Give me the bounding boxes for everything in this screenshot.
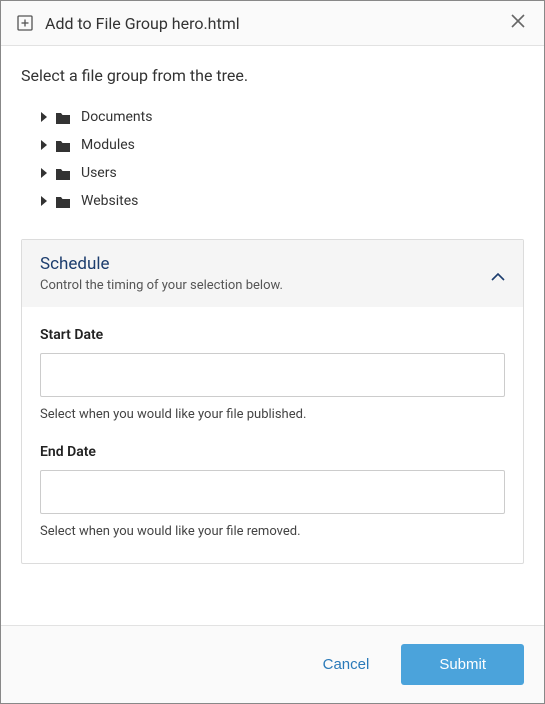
dialog-title: Add to File Group hero.html — [45, 14, 508, 33]
cancel-button[interactable]: Cancel — [323, 656, 370, 673]
caret-right-icon — [41, 168, 47, 178]
file-group-tree: Documents Modules Users — [21, 103, 524, 215]
dialog-header: Add to File Group hero.html — [1, 1, 544, 46]
tree-item-label: Documents — [81, 109, 152, 125]
start-date-group: Start Date Select when you would like yo… — [40, 327, 505, 422]
folder-icon — [55, 138, 71, 152]
close-button[interactable] — [508, 13, 528, 33]
dialog-footer: Cancel Submit — [1, 625, 544, 703]
caret-right-icon — [41, 112, 47, 122]
start-date-input[interactable] — [40, 353, 505, 397]
end-date-group: End Date Select when you would like your… — [40, 444, 505, 539]
dialog-body: Select a file group from the tree. Docum… — [1, 46, 544, 625]
tree-item-label: Websites — [81, 193, 138, 209]
end-date-label: End Date — [40, 444, 505, 460]
schedule-subtitle: Control the timing of your selection bel… — [40, 278, 491, 293]
caret-right-icon — [41, 140, 47, 150]
add-box-icon — [17, 15, 33, 31]
tree-item-websites[interactable]: Websites — [41, 187, 524, 215]
schedule-panel-header[interactable]: Schedule Control the timing of your sele… — [22, 240, 523, 307]
tree-item-label: Modules — [81, 137, 135, 153]
folder-icon — [55, 110, 71, 124]
panel-header-text: Schedule Control the timing of your sele… — [40, 254, 491, 293]
submit-button[interactable]: Submit — [401, 644, 524, 685]
folder-icon — [55, 194, 71, 208]
end-date-input[interactable] — [40, 470, 505, 514]
folder-icon — [55, 166, 71, 180]
schedule-panel-body: Start Date Select when you would like yo… — [22, 307, 523, 563]
caret-right-icon — [41, 196, 47, 206]
add-to-file-group-dialog: Add to File Group hero.html Select a fil… — [0, 0, 545, 704]
tree-item-label: Users — [81, 165, 117, 181]
start-date-label: Start Date — [40, 327, 505, 343]
schedule-title: Schedule — [40, 254, 491, 274]
instruction-text: Select a file group from the tree. — [21, 66, 524, 85]
close-icon — [510, 13, 526, 33]
chevron-up-icon — [491, 266, 505, 285]
tree-item-modules[interactable]: Modules — [41, 131, 524, 159]
tree-item-documents[interactable]: Documents — [41, 103, 524, 131]
tree-item-users[interactable]: Users — [41, 159, 524, 187]
start-date-help: Select when you would like your file pub… — [40, 407, 505, 422]
end-date-help: Select when you would like your file rem… — [40, 524, 505, 539]
schedule-panel: Schedule Control the timing of your sele… — [21, 239, 524, 564]
